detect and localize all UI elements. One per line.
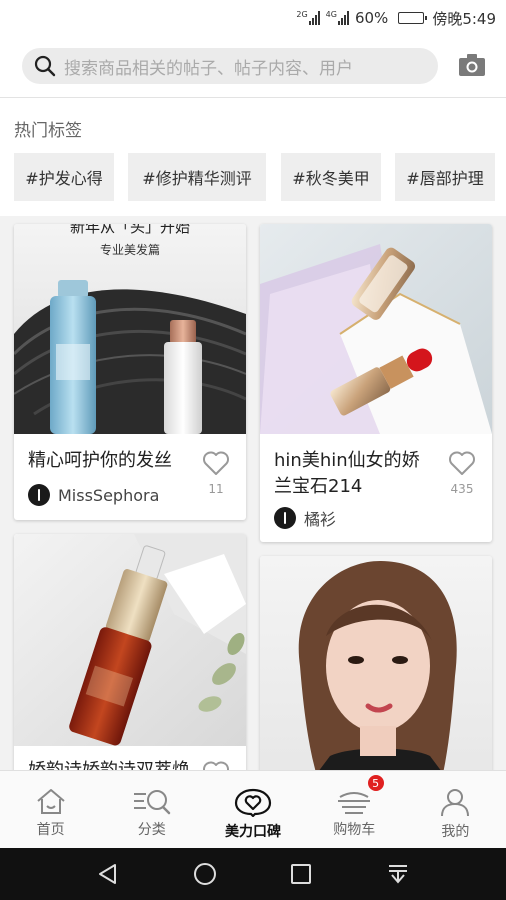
search-header: 搜索商品相关的帖子、帖子内容、用户: [0, 36, 506, 98]
post-title-line1: hin美hin仙女的娇: [274, 450, 420, 471]
post-image-lipstick: [260, 224, 492, 434]
post-image-portrait: [260, 556, 492, 770]
post-card[interactable]: hin美hin仙女的娇 兰宝石214 橘衫 435: [260, 224, 492, 542]
signal-icon: [337, 11, 349, 25]
bottom-tab-bar: 首页 分类 美力口碑 5 购物车 我的: [0, 770, 506, 848]
post-card[interactable]: [260, 556, 492, 770]
camera-icon[interactable]: [458, 53, 486, 77]
tab-reviews[interactable]: 美力口碑: [202, 771, 303, 848]
post-card[interactable]: 娇韵诗娇韵诗双萃焕: [14, 534, 246, 770]
post-title: 娇韵诗娇韵诗双萃焕: [28, 758, 190, 770]
post-title-line2: 兰宝石214: [274, 476, 363, 497]
tag-lip-care[interactable]: #唇部护理: [395, 153, 495, 201]
like-button[interactable]: [200, 760, 232, 770]
tab-label: 我的: [441, 824, 470, 840]
post-title: 精心呵护你的发丝: [28, 450, 172, 471]
status-bar: 2G 4G 60% 傍晚5:49: [0, 0, 506, 36]
home-circle-icon[interactable]: [193, 862, 217, 886]
like-count: 435: [450, 482, 474, 496]
network-2g-label: 2G: [296, 10, 308, 19]
network-4g-label: 4G: [325, 10, 337, 19]
battery-icon: [398, 12, 428, 24]
signal-4g: 4G: [326, 11, 351, 25]
image-caption-sub: 专业美发篇: [100, 242, 160, 257]
post-feed[interactable]: 新年从「头」开始 专业美发篇 精心呵护你的发丝 MissSephora 11 h…: [0, 216, 506, 770]
tab-cart[interactable]: 5 购物车: [304, 771, 405, 848]
signal-icon: [308, 11, 320, 25]
tag-winter-nails[interactable]: #秋冬美甲: [281, 153, 381, 201]
avatar: [274, 507, 296, 529]
like-count: 11: [208, 482, 224, 496]
hot-tags-title: 热门标签: [14, 121, 82, 141]
search-input[interactable]: 搜索商品相关的帖子、帖子内容、用户: [22, 48, 438, 84]
hot-tags-section: 热门标签 #护发心得 #修护精华测评 #秋冬美甲 #唇部护理: [0, 98, 506, 216]
chat-heart-icon: [234, 788, 272, 817]
notification-pull-icon[interactable]: [386, 862, 410, 886]
search-icon: [34, 55, 56, 77]
tab-label: 美力口碑: [225, 824, 281, 840]
heart-icon: [449, 451, 475, 475]
cart-badge: 5: [367, 775, 384, 791]
home-icon: [36, 789, 65, 814]
cart-icon: [338, 792, 371, 814]
author-name: 橘衫: [304, 510, 337, 529]
tab-home[interactable]: 首页: [0, 771, 101, 848]
post-image-serum: [14, 534, 246, 746]
tag-serum-review[interactable]: #修护精华测评: [128, 153, 266, 201]
image-caption-title: 新年从「头」开始: [70, 224, 190, 236]
author-name: MissSephora: [58, 485, 160, 505]
back-icon[interactable]: [96, 862, 120, 886]
like-button[interactable]: 435: [446, 450, 478, 496]
recent-apps-icon[interactable]: [289, 862, 313, 886]
tab-label: 首页: [36, 822, 65, 838]
post-author[interactable]: MissSephora: [28, 484, 159, 506]
post-image-hair: 新年从「头」开始 专业美发篇: [14, 224, 246, 434]
post-title: hin美hin仙女的娇 兰宝石214: [274, 448, 444, 500]
user-icon: [441, 789, 470, 817]
tab-label: 购物车: [333, 822, 376, 838]
signal-2g: 2G: [296, 11, 321, 25]
heart-icon: [203, 761, 229, 770]
tab-category[interactable]: 分类: [101, 771, 202, 848]
like-button[interactable]: 11: [200, 450, 232, 496]
heart-icon: [203, 451, 229, 475]
post-card[interactable]: 新年从「头」开始 专业美发篇 精心呵护你的发丝 MissSephora 11: [14, 224, 246, 520]
avatar: [28, 484, 50, 506]
category-search-icon: [133, 790, 171, 815]
battery-percent: 60%: [354, 9, 389, 27]
system-nav-bar: [0, 848, 506, 900]
post-author[interactable]: 橘衫: [274, 506, 336, 530]
tag-hair-care[interactable]: #护发心得: [14, 153, 114, 201]
clock: 傍晚5:49: [432, 9, 496, 28]
tab-profile[interactable]: 我的: [405, 771, 506, 848]
tab-label: 分类: [137, 822, 166, 838]
search-placeholder: 搜索商品相关的帖子、帖子内容、用户: [64, 58, 353, 79]
